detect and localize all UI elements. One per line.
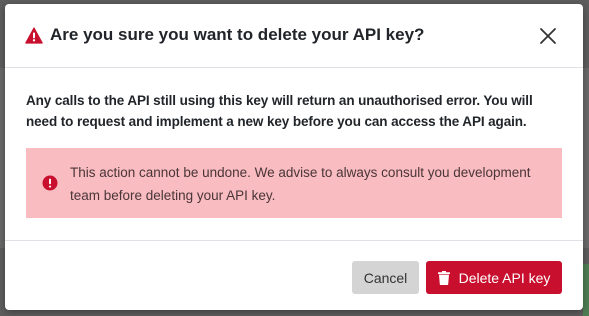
delete-api-key-button[interactable]: Delete API key xyxy=(426,261,562,294)
delete-api-key-dialog: Are you sure you want to delete your API… xyxy=(5,4,583,310)
warning-triangle-icon xyxy=(25,27,43,44)
dialog-header: Are you sure you want to delete your API… xyxy=(5,4,583,68)
background-element xyxy=(583,264,589,316)
danger-alert: This action cannot be undone. We advise … xyxy=(26,148,562,218)
close-icon[interactable] xyxy=(538,26,558,46)
trash-icon xyxy=(437,270,450,285)
dialog-body: Any calls to the API still using this ke… xyxy=(26,90,566,132)
delete-button-label: Delete API key xyxy=(458,269,551,286)
alert-message: This action cannot be undone. We advise … xyxy=(70,165,531,203)
exclamation-circle-icon xyxy=(42,175,58,191)
dialog-title: Are you sure you want to delete your API… xyxy=(50,25,425,44)
dialog-message: Any calls to the API still using this ke… xyxy=(26,93,533,129)
cancel-button[interactable]: Cancel xyxy=(352,261,419,294)
dialog-footer: Cancel Delete API key xyxy=(5,240,583,310)
cancel-button-label: Cancel xyxy=(363,269,408,286)
